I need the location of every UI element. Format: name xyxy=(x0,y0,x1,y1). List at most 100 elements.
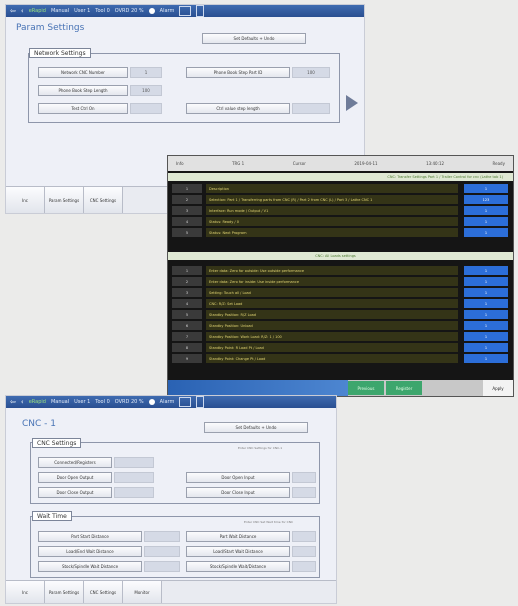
phone-book-part-id-button[interactable]: Phone Book Step Part ID xyxy=(186,67,290,78)
status-item: Manual xyxy=(50,399,70,405)
row-value[interactable]: 123 xyxy=(464,195,508,204)
cnc-settings-screen: ⇦ ‹ eRapid Manual User 1 Tool 0 OVRD 20 … xyxy=(5,395,337,604)
group-title: CNC Settings xyxy=(32,438,82,448)
status-item: Alarm xyxy=(159,8,175,14)
door-open-output-value[interactable] xyxy=(114,472,154,483)
row-number: 7 xyxy=(172,332,202,341)
load-end-wait-distance-button[interactable]: Load/End Wait Distance xyxy=(38,546,142,557)
part-start-distance-value[interactable] xyxy=(144,531,180,542)
ctrl-value-step-length-value[interactable] xyxy=(292,103,330,114)
header-info: Info xyxy=(176,161,184,166)
section-title: CNC: All Loads settings xyxy=(168,252,513,260)
row-value[interactable]: 1 xyxy=(464,321,508,330)
row-description: Selection: Part 1 / Transferring parts f… xyxy=(206,195,458,204)
part-start-distance-button[interactable]: Part Start Distance xyxy=(38,531,142,542)
trash-icon[interactable] xyxy=(196,5,205,17)
row-value[interactable]: 1 xyxy=(464,332,508,341)
connected-registers-button[interactable]: Connected/Registers xyxy=(38,457,112,468)
door-close-input-value[interactable] xyxy=(292,487,316,498)
status-item: Tool 0 xyxy=(95,399,110,405)
row-description: Standby Point: R Load Pt / Load xyxy=(206,343,458,352)
row-value[interactable]: 1 xyxy=(464,277,508,286)
phone-book-step-length-value[interactable]: 100 xyxy=(130,85,162,96)
row-number: 2 xyxy=(172,277,202,286)
monitor-icon[interactable] xyxy=(179,6,192,16)
row-value[interactable]: 1 xyxy=(464,288,508,297)
stock-spindle-wait-distance-2-value[interactable] xyxy=(292,561,316,572)
row-description: Standby Position: R/Z Load xyxy=(206,310,458,319)
row-number: 3 xyxy=(172,288,202,297)
header-cursor: Cursor xyxy=(292,161,306,166)
apply-button[interactable]: Apply xyxy=(483,380,513,396)
chevron-left-icon[interactable]: ‹ xyxy=(21,396,24,408)
mode-label: eRapid xyxy=(28,8,46,14)
tab-monitor[interactable]: Monitor xyxy=(123,581,162,603)
tab-inc[interactable]: Inc xyxy=(6,581,45,603)
header-status: Ready xyxy=(492,161,505,166)
load-start-wait-distance-value[interactable] xyxy=(292,546,316,557)
tab-cnc-settings[interactable]: CNC Settings xyxy=(84,187,123,213)
part-wait-distance-button[interactable]: Part Wait Distance xyxy=(186,531,290,542)
door-open-output-button[interactable]: Door Open Output xyxy=(38,472,112,483)
row-number: 8 xyxy=(172,343,202,352)
row-number: 9 xyxy=(172,354,202,363)
bottom-tabs: Inc Param Settings CNC Settings Monitor xyxy=(6,580,336,603)
test-ctrl-on-value[interactable] xyxy=(130,103,162,114)
tab-param-settings[interactable]: Param Settings xyxy=(45,187,84,213)
row-value[interactable]: 1 xyxy=(464,310,508,319)
row-number: 5 xyxy=(172,228,202,237)
group-note: Enter CNC Settings for CNC-1 xyxy=(238,446,283,450)
row-value[interactable]: 1 xyxy=(464,217,508,226)
tab-cnc-settings[interactable]: CNC Settings xyxy=(84,581,123,603)
set-defaults-button[interactable]: Set Defaults + Undo xyxy=(202,33,306,44)
connected-registers-value[interactable] xyxy=(114,457,154,468)
alarm-indicator-icon xyxy=(148,8,155,14)
tab-param-settings[interactable]: Param Settings xyxy=(45,581,84,603)
network-cnc-number-button[interactable]: Network CNC Number xyxy=(38,67,128,78)
stock-spindle-wait-distance-2-button[interactable]: Stock/Spindle Wait/Distance xyxy=(186,561,290,572)
set-defaults-button[interactable]: Set Defaults + Undo xyxy=(204,422,308,433)
tab-inc[interactable]: Inc xyxy=(6,187,45,213)
door-open-input-value[interactable] xyxy=(292,472,316,483)
page-title: CNC - 1 xyxy=(22,419,56,429)
load-start-wait-distance-button[interactable]: Load/Start Wait Distance xyxy=(186,546,290,557)
row-value[interactable]: 1 xyxy=(464,343,508,352)
ctrl-value-step-length-button[interactable]: Ctrl value step length xyxy=(186,103,290,114)
header-date: 2019-04-11 xyxy=(354,161,378,166)
register-button[interactable]: Register xyxy=(386,381,422,395)
trash-icon[interactable] xyxy=(196,396,205,408)
row-value[interactable]: 1 xyxy=(464,228,508,237)
row-value[interactable]: 1 xyxy=(464,266,508,275)
row-value[interactable]: 1 xyxy=(464,184,508,193)
row-value[interactable]: 1 xyxy=(464,354,508,363)
door-open-input-button[interactable]: Door Open Input xyxy=(186,472,290,483)
group-title: Network Settings xyxy=(29,48,91,58)
stock-spindle-wait-distance-button[interactable]: Stock/Spindle Wait Distance xyxy=(38,561,142,572)
row-number: 5 xyxy=(172,310,202,319)
stock-spindle-wait-distance-value[interactable] xyxy=(144,561,180,572)
back-arrow-icon[interactable]: ⇦ xyxy=(10,396,16,408)
network-cnc-number-value[interactable]: 1 xyxy=(130,67,162,78)
alarm-indicator-icon xyxy=(148,399,155,405)
door-close-output-button[interactable]: Door Close Output xyxy=(38,487,112,498)
row-value[interactable]: 1 xyxy=(464,299,508,308)
row-value[interactable]: 1 xyxy=(464,206,508,215)
previous-button[interactable]: Previous xyxy=(348,381,384,395)
door-close-input-button[interactable]: Door Close Input xyxy=(186,487,290,498)
test-ctrl-on-button[interactable]: Test Ctrl On xyxy=(38,103,128,114)
next-page-arrow-icon[interactable] xyxy=(346,95,358,111)
back-arrow-icon[interactable]: ⇦ xyxy=(10,5,16,17)
section-title: CNC: Transfer Settings Part 1 / Trailer … xyxy=(168,173,513,181)
row-description: Standby Position: Unload xyxy=(206,321,458,330)
chevron-left-icon[interactable]: ‹ xyxy=(21,5,24,17)
phone-book-step-length-button[interactable]: Phone Book Step Length xyxy=(38,85,128,96)
row-description: Standby Point: Change Pt / Load xyxy=(206,354,458,363)
door-close-output-value[interactable] xyxy=(114,487,154,498)
row-description: Setting: Touch all / Load xyxy=(206,288,458,297)
monitor-icon[interactable] xyxy=(179,397,192,407)
load-end-wait-distance-value[interactable] xyxy=(144,546,180,557)
phone-book-part-id-value[interactable]: 100 xyxy=(292,67,330,78)
part-wait-distance-value[interactable] xyxy=(292,531,316,542)
row-description: Standby Position: Work Load: R/Z: 1 / 10… xyxy=(206,332,458,341)
row-number: 6 xyxy=(172,321,202,330)
